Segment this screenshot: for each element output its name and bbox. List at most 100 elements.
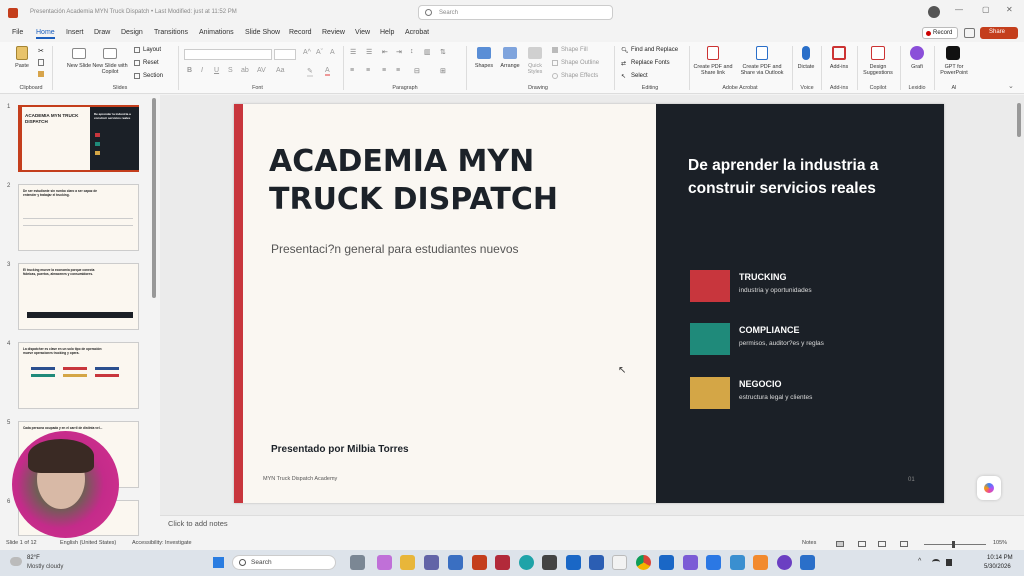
- restore-button[interactable]: ▢: [982, 5, 990, 14]
- tab-help[interactable]: Help: [380, 29, 394, 36]
- slide-thumbnail-2[interactable]: De ser estudiante sin rumbo claro a ser …: [18, 184, 139, 251]
- tab-animations[interactable]: Animations: [199, 29, 234, 36]
- line-spacing-icon[interactable]: ↕: [410, 48, 414, 55]
- new-slide-copilot-label[interactable]: New Slide with Copilot: [92, 63, 128, 75]
- app-teal-icon[interactable]: [730, 555, 745, 570]
- arrange-label[interactable]: Arrange: [497, 63, 523, 69]
- replace-fonts-button[interactable]: Replace Fonts: [631, 60, 670, 66]
- underline-icon[interactable]: U: [214, 67, 219, 74]
- app-dark-icon[interactable]: [542, 555, 557, 570]
- thumbnail-scrollbar[interactable]: [152, 98, 156, 298]
- dictate-icon[interactable]: [802, 46, 810, 60]
- gpt-label[interactable]: GPT for PowerPoint: [934, 64, 974, 76]
- shape-outline-button[interactable]: Shape Outline: [561, 60, 599, 66]
- cut-icon[interactable]: ✂: [38, 47, 44, 55]
- start-icon[interactable]: [213, 557, 224, 568]
- dictate-label[interactable]: Dictate: [794, 64, 818, 70]
- tab-draw[interactable]: Draw: [94, 29, 110, 36]
- tray-chevron-icon[interactable]: ^: [918, 558, 921, 565]
- notes-pane[interactable]: Click to add notes: [160, 515, 1024, 539]
- item-negocio[interactable]: NEGOCIO estructura legal y clientes: [690, 377, 930, 409]
- app-orange-icon[interactable]: [753, 555, 768, 570]
- tab-acrobat[interactable]: Acrobat: [405, 29, 429, 36]
- tab-file[interactable]: File: [12, 29, 23, 36]
- strikethrough-icon[interactable]: ab: [241, 67, 249, 74]
- shield-icon[interactable]: [495, 555, 510, 570]
- wifi-icon[interactable]: [932, 559, 940, 565]
- font-color-icon[interactable]: A: [325, 67, 330, 76]
- tab-record[interactable]: Record: [289, 29, 312, 36]
- firefox-icon[interactable]: [777, 555, 792, 570]
- item-compliance[interactable]: COMPLIANCE permisos, auditor?es y reglas: [690, 323, 930, 355]
- select-button[interactable]: Select: [631, 73, 648, 79]
- presenter-text[interactable]: Presentado por Milbia Torres: [271, 444, 409, 455]
- tab-review[interactable]: Review: [322, 29, 345, 36]
- share-button[interactable]: Share: [980, 27, 1018, 39]
- record-button[interactable]: Record: [922, 27, 958, 39]
- normal-view-icon[interactable]: [836, 541, 844, 547]
- comments-icon[interactable]: [964, 28, 975, 38]
- file-explorer-icon[interactable]: [400, 555, 415, 570]
- numbering-icon[interactable]: ☰: [366, 48, 372, 56]
- quick-styles-label[interactable]: Quick Styles: [523, 63, 547, 75]
- tab-design[interactable]: Design: [121, 29, 143, 36]
- taskbar-search[interactable]: Search: [232, 555, 336, 570]
- new-slide-icon[interactable]: [72, 48, 86, 59]
- app-red-l-icon[interactable]: [472, 555, 487, 570]
- close-button[interactable]: ✕: [1006, 5, 1013, 14]
- notes-toggle[interactable]: Notes: [802, 540, 816, 546]
- task-view-icon[interactable]: [350, 555, 365, 570]
- zoom-slider-thumb[interactable]: [952, 541, 955, 548]
- shapes-label[interactable]: Shapes: [472, 63, 496, 69]
- spacing-icon[interactable]: AV: [257, 67, 266, 74]
- store-icon[interactable]: [448, 555, 463, 570]
- word-icon[interactable]: [589, 555, 604, 570]
- copy-icon[interactable]: [38, 59, 44, 66]
- slide-subtitle[interactable]: Presentaci?n general para estudiantes nu…: [271, 242, 519, 256]
- sorter-view-icon[interactable]: [858, 541, 866, 547]
- tab-slide-show[interactable]: Slide Show: [245, 29, 280, 36]
- bullets-icon[interactable]: ☰: [350, 48, 356, 56]
- font-name-box[interactable]: [184, 49, 272, 60]
- minimize-button[interactable]: —: [955, 5, 963, 14]
- clock-date[interactable]: 5/30/2026: [984, 564, 1011, 570]
- teams-icon[interactable]: [424, 555, 439, 570]
- increase-indent-icon[interactable]: ⇥: [396, 48, 402, 56]
- tab-view[interactable]: View: [355, 29, 370, 36]
- align-left-icon[interactable]: ≡: [350, 67, 354, 74]
- tab-transitions[interactable]: Transitions: [154, 29, 188, 36]
- new-slide-label[interactable]: New Slide: [66, 63, 92, 69]
- quick-styles-icon[interactable]: [528, 47, 542, 59]
- copilot-button[interactable]: [977, 476, 1001, 500]
- shapes-icon[interactable]: [477, 47, 491, 59]
- bold-icon[interactable]: B: [187, 67, 192, 74]
- zoom-level[interactable]: 105%: [993, 540, 1007, 546]
- shape-effects-button[interactable]: Shape Effects: [561, 73, 598, 79]
- slide-canvas[interactable]: ACADEMIA MYN TRUCK DISPATCH Presentaci?n…: [234, 104, 944, 503]
- section-button[interactable]: Section: [143, 73, 163, 79]
- shadow-icon[interactable]: S: [228, 67, 233, 74]
- create-pdf-outlook-label[interactable]: Create PDF and Share via Outlook: [736, 64, 788, 76]
- slide-title-line-2[interactable]: TRUCK DISPATCH: [269, 182, 558, 217]
- create-pdf-share-label[interactable]: Create PDF and Share link: [692, 64, 734, 76]
- powerpoint-app-icon[interactable]: [8, 8, 18, 18]
- clock-time[interactable]: 10:14 PM: [987, 555, 1013, 561]
- smartart-icon[interactable]: ⊞: [440, 67, 446, 75]
- find-replace-button[interactable]: Find and Replace: [631, 47, 678, 53]
- create-pdf-share-icon[interactable]: [707, 46, 719, 60]
- decrease-font-icon[interactable]: Aˇ: [316, 49, 323, 56]
- search-box[interactable]: Search: [418, 5, 613, 20]
- layout-button[interactable]: Layout: [143, 47, 161, 53]
- clear-formatting-icon[interactable]: A: [330, 49, 335, 56]
- item-trucking[interactable]: TRUCKING industria y oportunidades: [690, 270, 930, 302]
- decrease-indent-icon[interactable]: ⇤: [382, 48, 388, 56]
- weather-icon[interactable]: [10, 557, 22, 566]
- notes-placeholder[interactable]: Click to add notes: [168, 519, 228, 528]
- tab-insert[interactable]: Insert: [66, 29, 84, 36]
- right-panel-title[interactable]: De aprender la industria a construir ser…: [688, 154, 893, 201]
- app-w-icon[interactable]: [612, 555, 627, 570]
- arrange-icon[interactable]: [503, 47, 517, 59]
- powerpoint-taskbar-icon[interactable]: [800, 555, 815, 570]
- download-icon[interactable]: [706, 555, 721, 570]
- shape-fill-button[interactable]: Shape Fill: [561, 47, 588, 53]
